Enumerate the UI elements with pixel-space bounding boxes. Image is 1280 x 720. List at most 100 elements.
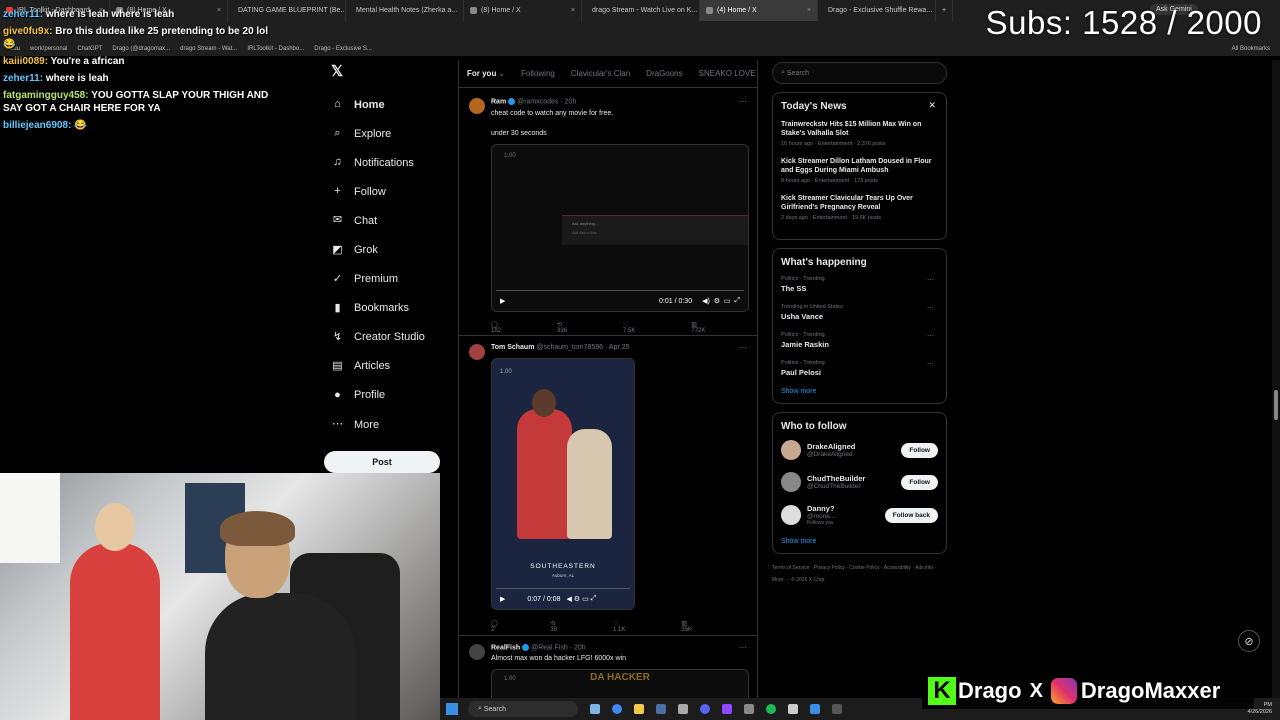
nav-item-articles[interactable]: ▤ Articles bbox=[324, 352, 454, 381]
more-icon[interactable]: ⋯ bbox=[927, 332, 934, 340]
tweet-video[interactable]: 1.00 SOUTHEASTERN Auburn, AL ▶ 0:07 / 0:… bbox=[491, 358, 635, 610]
follow-suggestion[interactable]: Danny? @mone... Follows you Follow back bbox=[781, 504, 938, 526]
follow-suggestion[interactable]: DrakeAligned @DrakeAligned Follow bbox=[781, 440, 938, 460]
app-icon[interactable] bbox=[832, 704, 842, 714]
news-item[interactable]: Trainwreckstv Hits $15 Million Max Win o… bbox=[781, 120, 938, 147]
more-icon[interactable]: ⋯ bbox=[927, 360, 934, 368]
trend-item[interactable]: Trending in United States Usha Vance ⋯ bbox=[781, 304, 938, 321]
app-icon[interactable] bbox=[722, 704, 732, 714]
news-item[interactable]: Kick Streamer Clavicular Tears Up Over G… bbox=[781, 194, 938, 221]
taskbar-search[interactable]: ⌕ Search bbox=[468, 701, 578, 717]
scrollbar-thumb[interactable] bbox=[1274, 390, 1278, 420]
pip-icon[interactable]: ▭ bbox=[724, 297, 731, 305]
more-icon[interactable]: ⋯ bbox=[927, 276, 934, 284]
steam-icon[interactable] bbox=[656, 704, 666, 714]
tweet-handle[interactable]: @Real.Fish · 20h bbox=[531, 644, 586, 651]
show-more-link[interactable]: Show more bbox=[781, 388, 938, 395]
tweet-video[interactable]: 1.00 DA HACKER bbox=[491, 669, 749, 700]
follow-button[interactable]: Follow bbox=[901, 442, 938, 458]
pip-icon[interactable]: ▭ bbox=[582, 595, 589, 603]
search-input[interactable]: ⌕ Search bbox=[772, 62, 947, 84]
avatar[interactable] bbox=[469, 98, 485, 114]
nav-item-notifications[interactable]: ♫ Notifications bbox=[324, 148, 454, 177]
nav-item-follow[interactable]: + Follow bbox=[324, 177, 454, 206]
nav-item-explore[interactable]: ⌕ Explore bbox=[324, 119, 454, 148]
more-icon[interactable]: ⋯ bbox=[927, 304, 934, 312]
news-item[interactable]: Kick Streamer Dillon Latham Doused in Fl… bbox=[781, 157, 938, 184]
close-tab-icon[interactable]: × bbox=[565, 7, 575, 14]
app-icon[interactable] bbox=[678, 704, 688, 714]
browser-tab[interactable]: Mental Health Notes (Zherka a...× bbox=[346, 0, 464, 21]
discord-icon[interactable] bbox=[700, 704, 710, 714]
avatar[interactable] bbox=[781, 505, 801, 525]
close-tab-icon[interactable]: × bbox=[801, 7, 811, 14]
trend-item[interactable]: Politics · Trending Paul Pelosi ⋯ bbox=[781, 360, 938, 377]
show-more-link[interactable]: Show more bbox=[781, 538, 938, 545]
tweet-video[interactable]: 1.00 Ask anything... Add files or files … bbox=[491, 144, 749, 312]
tweet-author-name[interactable]: Ram bbox=[491, 98, 506, 105]
nav-item-grok[interactable]: ◩ Grok bbox=[324, 235, 454, 264]
tweet-author-name[interactable]: Tom Schaum bbox=[491, 344, 534, 351]
nav-item-more[interactable]: ⋯ More bbox=[324, 410, 454, 439]
page-scrollbar[interactable] bbox=[1272, 60, 1280, 700]
close-tab-icon[interactable]: × bbox=[457, 7, 463, 14]
nav-item-premium[interactable]: ✓ Premium bbox=[324, 265, 454, 294]
settings-icon[interactable]: ⚙ bbox=[574, 595, 580, 603]
chrome-icon[interactable] bbox=[612, 704, 622, 714]
trend-item[interactable]: Politics · Trending Jamie Raskin ⋯ bbox=[781, 332, 938, 349]
nav-item-home[interactable]: ⌂ Home bbox=[324, 90, 454, 119]
avatar[interactable] bbox=[781, 472, 801, 492]
repost-button[interactable]: ⟲ 336 bbox=[557, 321, 595, 334]
like-button[interactable]: ♡ 7.5K bbox=[623, 321, 663, 334]
tab-clavicular-s-clan[interactable]: Clavicular's Clan bbox=[571, 69, 630, 78]
new-tab-button[interactable]: + bbox=[936, 0, 954, 21]
bookmark-item[interactable]: Drago - Exclusive S... bbox=[314, 46, 372, 52]
all-bookmarks-button[interactable]: All Bookmarks bbox=[1232, 46, 1270, 52]
chevron-down-icon[interactable]: ⌄ bbox=[498, 69, 505, 78]
follow-name[interactable]: DrakeAligned bbox=[807, 442, 855, 451]
avatar[interactable] bbox=[469, 344, 485, 360]
tweet-more-icon[interactable]: ⋯ bbox=[739, 643, 747, 652]
nav-item-chat[interactable]: ✉ Chat bbox=[324, 206, 454, 235]
tweet-author-name[interactable]: RealFish bbox=[491, 644, 520, 651]
play-icon[interactable]: ▶ bbox=[500, 297, 505, 305]
tab-following[interactable]: Following bbox=[521, 69, 555, 78]
taskview-icon[interactable] bbox=[590, 704, 600, 714]
nav-item-profile[interactable]: ● Profile bbox=[324, 381, 454, 410]
tab-dragoons[interactable]: DraGoons bbox=[646, 69, 682, 78]
trend-item[interactable]: Politics · Trending The SS ⋯ bbox=[781, 276, 938, 293]
file-explorer-icon[interactable] bbox=[634, 704, 644, 714]
settings-icon[interactable]: ⚙ bbox=[714, 297, 720, 305]
nav-item-bookmarks[interactable]: ▮ Bookmarks bbox=[324, 294, 454, 323]
browser-tab[interactable]: (8) Home / X × bbox=[464, 0, 582, 21]
x-logo-icon[interactable]: 𝕏 bbox=[331, 62, 454, 80]
browser-tab[interactable]: (4) Home / X × bbox=[700, 0, 818, 21]
follow-name[interactable]: Danny? bbox=[807, 504, 835, 513]
tweet-handle[interactable]: @schaum_tom78596 · Apr 25 bbox=[536, 344, 629, 351]
tweet[interactable]: Tom Schaum @schaum_tom78596 · Apr 25 ⋯ 1… bbox=[459, 336, 757, 636]
tweet[interactable]: Ram @ramxcodes · 20h ⋯ cheat code to wat… bbox=[459, 88, 757, 336]
volume-icon[interactable]: ◀ bbox=[566, 595, 571, 603]
avatar[interactable] bbox=[781, 440, 801, 460]
fullscreen-icon[interactable]: ⤢ bbox=[734, 297, 740, 305]
follow-suggestion[interactable]: ChudTheBuilder @ChudTheBuilder Follow bbox=[781, 472, 938, 492]
close-icon[interactable]: ✕ bbox=[928, 100, 936, 111]
volume-icon[interactable]: ◀) bbox=[702, 297, 710, 305]
app-icon[interactable] bbox=[788, 704, 798, 714]
tab-sneako-love-sp[interactable]: SNEAKO LOVE SP bbox=[699, 69, 757, 78]
tweet[interactable]: RealFish @Real.Fish · 20h ⋯ Almost max w… bbox=[459, 636, 757, 700]
tab-for-you[interactable]: For you bbox=[467, 69, 496, 78]
follow-button[interactable]: Follow bbox=[901, 474, 938, 490]
follow-name[interactable]: ChudTheBuilder bbox=[807, 474, 865, 483]
browser-tab[interactable]: drago Stream - Watch Live on K...× bbox=[582, 0, 700, 21]
views-button[interactable]: ▥ 35K bbox=[681, 620, 720, 633]
browser-tab[interactable]: Drago - Exclusive Shuffle Rewa...× bbox=[818, 0, 936, 21]
footer-links[interactable]: Terms of Service · Privacy Policy · Cook… bbox=[772, 562, 947, 586]
repost-button[interactable]: ⟲ 39 bbox=[550, 620, 585, 633]
windows-start-icon[interactable] bbox=[446, 703, 458, 715]
like-button[interactable]: ♡ 1.1K bbox=[613, 620, 653, 633]
views-button[interactable]: ▥ 772K bbox=[691, 321, 733, 334]
nav-item-creator-studio[interactable]: ↯ Creator Studio bbox=[324, 323, 454, 352]
spotify-icon[interactable] bbox=[766, 704, 776, 714]
app-icon[interactable] bbox=[744, 704, 754, 714]
